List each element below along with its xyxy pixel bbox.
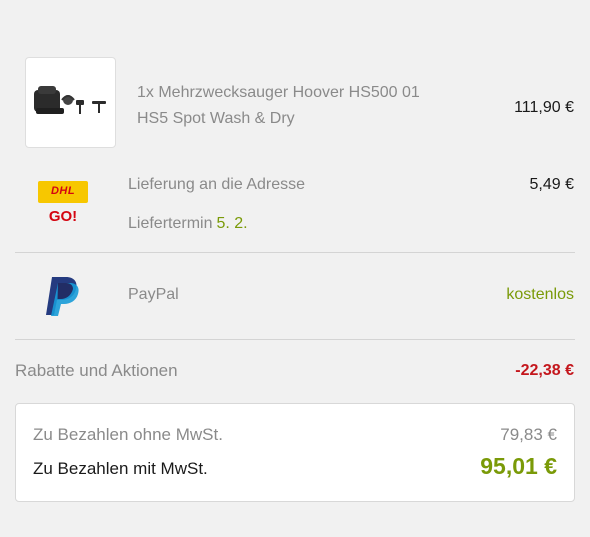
product-price: 111,90 € bbox=[514, 99, 574, 116]
dhl-logo-go-text: GO! bbox=[48, 208, 78, 225]
delivery-date: Liefertermin 5. 2. bbox=[128, 215, 248, 233]
dhl-logo-text: DHL bbox=[50, 185, 76, 197]
gross-total-label: Zu Bezahlen mit MwSt. bbox=[33, 459, 208, 478]
vacuum-cleaner-icon bbox=[34, 86, 106, 114]
divider bbox=[15, 339, 575, 340]
delivery-date-value: 5. 2. bbox=[216, 215, 248, 232]
shipping-method-label: Lieferung an die Adresse bbox=[128, 176, 306, 193]
shipping-price: 5,49 € bbox=[529, 176, 574, 193]
payment-method-label: PayPal bbox=[128, 286, 179, 303]
totals-box: Zu Bezahlen ohne MwSt. 79,83 € Zu Bezahl… bbox=[15, 403, 575, 502]
gross-total-value: 95,01 € bbox=[480, 453, 557, 479]
net-total-label: Zu Bezahlen ohne MwSt. bbox=[33, 425, 223, 444]
dhl-go-logo: DHL GO! bbox=[38, 180, 88, 226]
payment-price: kostenlos bbox=[506, 286, 574, 303]
delivery-date-label: Liefertermin bbox=[128, 215, 213, 232]
net-total-value: 79,83 € bbox=[500, 425, 557, 444]
discounts-label: Rabatte und Aktionen bbox=[15, 361, 178, 380]
discounts-value: -22,38 € bbox=[515, 362, 574, 379]
paypal-logo bbox=[42, 275, 84, 322]
product-image[interactable] bbox=[25, 57, 116, 148]
order-summary: 1x Mehrzwecksauger Hoover HS500 01 HS5 S… bbox=[0, 0, 590, 537]
product-name[interactable]: 1x Mehrzwecksauger Hoover HS500 01 HS5 S… bbox=[137, 80, 447, 132]
divider bbox=[15, 252, 575, 253]
